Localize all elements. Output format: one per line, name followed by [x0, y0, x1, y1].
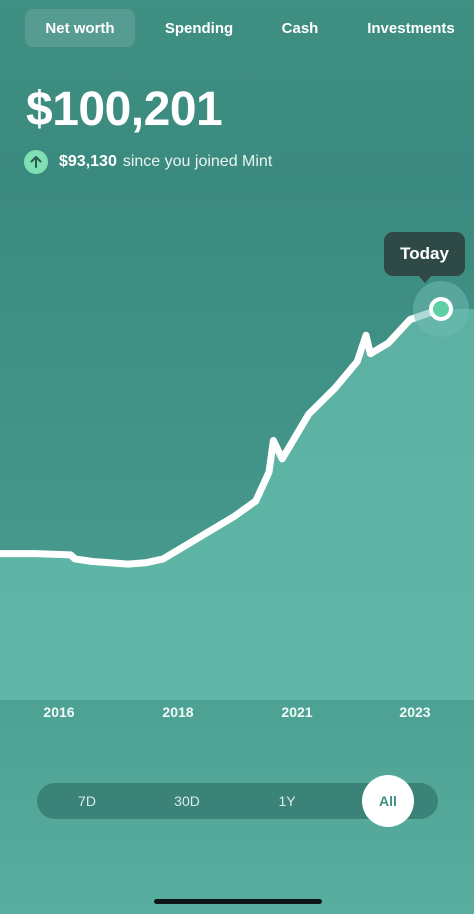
today-tooltip: Today [384, 232, 465, 283]
range-option-7d[interactable]: 7D [57, 783, 117, 819]
x-tick-label: 2021 [281, 704, 313, 720]
range-option-all[interactable]: All [362, 775, 414, 827]
today-marker[interactable] [429, 297, 453, 321]
x-tick-label: 2018 [162, 704, 194, 720]
x-axis-labels: 2016 2018 2021 2023 [0, 704, 474, 724]
net-worth-screen: Net worth Spending Cash Investments $100… [0, 0, 474, 914]
chart-area [0, 309, 474, 700]
range-option-30d[interactable]: 30D [157, 783, 217, 819]
x-tick-label: 2023 [399, 704, 431, 720]
range-option-1y[interactable]: 1Y [257, 783, 317, 819]
net-worth-chart [0, 281, 474, 700]
home-indicator [154, 899, 322, 904]
time-range-selector: 7D 30D 1Y All [37, 775, 438, 827]
x-tick-label: 2016 [43, 704, 75, 720]
